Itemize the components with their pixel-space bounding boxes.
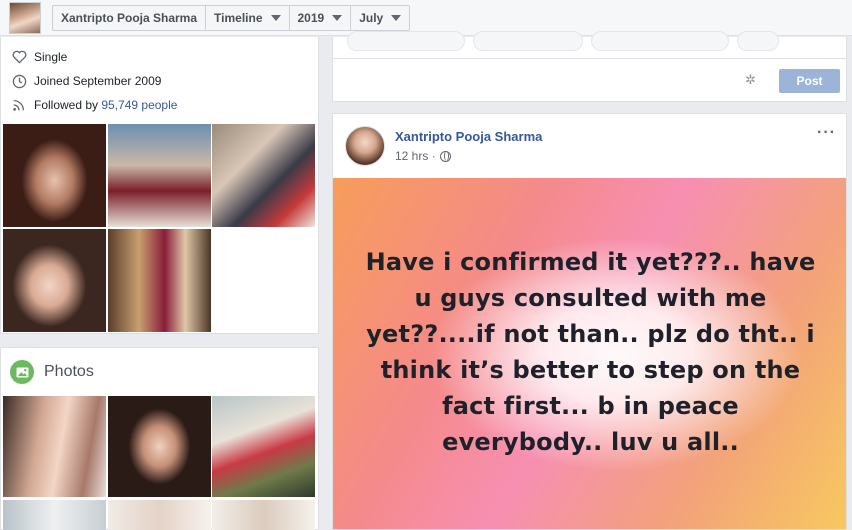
meta-separator: · [431,149,436,163]
chevron-down-icon [391,15,402,21]
photo-thumbnail[interactable] [212,396,315,497]
year-dropdown[interactable]: 2019 [288,6,351,30]
photo-thumbnail[interactable] [3,500,106,530]
photos-header[interactable]: Photos [10,360,94,384]
profile-thumbnail[interactable] [9,2,41,34]
year-label: 2019 [297,11,325,25]
photo-thumbnail[interactable] [3,396,106,497]
featured-photo[interactable] [108,124,211,227]
featured-photo[interactable] [3,124,106,227]
photos-card: Photos [0,347,319,530]
tag-friends-option[interactable] [473,31,583,51]
profile-name-link[interactable]: Xantripto Pooja Sharma [53,6,205,30]
photos-icon [10,360,34,384]
followed-by-text: Followed by [34,98,99,112]
rss-icon [11,97,27,113]
composer-divider [333,58,846,59]
post-text: Have i confirmed it yet???.. have u guys… [365,248,816,456]
author-avatar[interactable] [345,126,385,166]
photos-title[interactable]: Photos [44,363,94,381]
joined-text: Joined September 2009 [34,74,162,88]
photo-thumbnail[interactable] [108,500,211,530]
timeline-dropdown[interactable]: Timeline [205,6,288,30]
feeling-activity-option[interactable] [591,31,729,51]
timeline-label: Timeline [214,11,263,25]
more-options-icon[interactable]: ··· [817,124,836,142]
author-name-link[interactable]: Xantripto Pooja Sharma [395,129,542,144]
post-background: Have i confirmed it yet???.. have u guys… [333,178,846,529]
followers-count-link[interactable]: 95,749 people [101,98,177,112]
feed-post: Xantripto Pooja Sharma 12 hrs · ··· Have… [332,113,847,530]
photo-video-option[interactable] [347,31,465,51]
clock-icon [11,73,27,89]
globe-icon[interactable] [439,150,451,162]
intro-card: Single Joined September 2009 Followed by… [0,37,319,334]
chevron-down-icon [332,15,343,21]
post-button[interactable]: Post [779,69,840,93]
month-label: July [359,11,384,25]
followers-row: Followed by 95,749 people [11,97,177,113]
profile-name-text: Xantripto Pooja Sharma [61,11,198,25]
photo-thumbnail[interactable] [108,396,211,497]
more-options[interactable] [737,31,779,51]
relationship-row: Single [11,49,67,65]
chevron-down-icon [270,15,281,21]
gear-icon[interactable]: ✲ [745,72,756,88]
photo-thumbnail[interactable] [212,500,315,530]
post-composer: ✲ Post [332,31,847,102]
post-timestamp[interactable]: 12 hrs [395,149,428,163]
heart-icon [11,49,27,65]
featured-photo[interactable] [212,124,315,227]
featured-photo[interactable] [3,229,106,332]
joined-row: Joined September 2009 [11,73,161,89]
post-meta: 12 hrs · [395,149,451,163]
breadcrumb: Xantripto Pooja Sharma Timeline 2019 Jul… [52,5,411,31]
relationship-text: Single [34,50,68,64]
month-dropdown[interactable]: July [350,6,409,30]
featured-photo[interactable] [108,229,211,332]
